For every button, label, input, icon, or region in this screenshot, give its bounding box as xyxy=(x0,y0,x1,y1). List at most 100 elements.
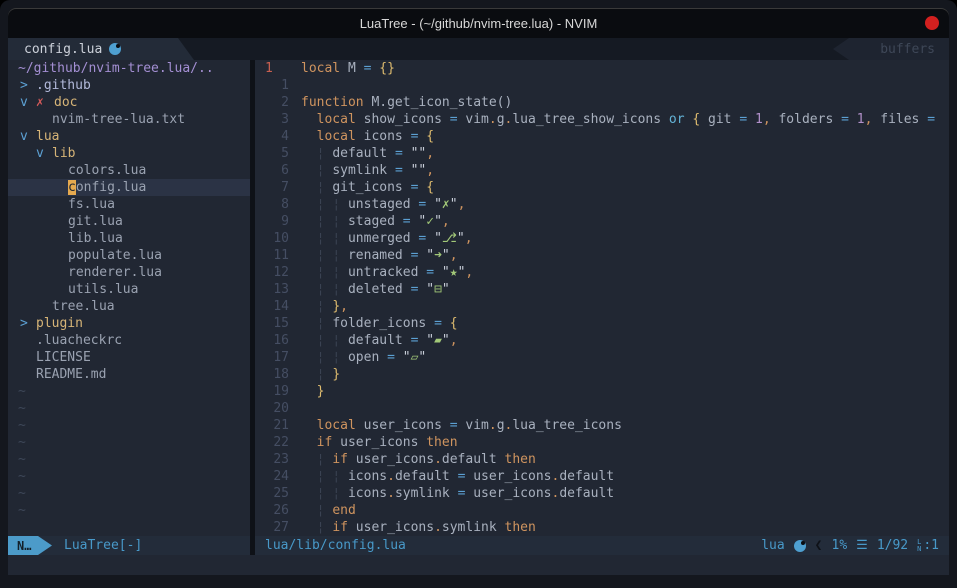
tree-item[interactable]: config.lua xyxy=(8,179,250,196)
tree-item[interactable]: lib.lua xyxy=(8,230,250,247)
code-line[interactable]: 21 local user_icons = vim.g.lua_tree_ico… xyxy=(255,417,949,434)
line-number: 14 xyxy=(255,298,293,315)
line-number: 20 xyxy=(255,400,293,417)
chevron-down-icon[interactable]: v xyxy=(20,128,36,145)
tree-item-label: ~/github/nvim-tree.lua/.. xyxy=(18,60,214,77)
tree-item[interactable]: >.github xyxy=(8,77,250,94)
code-line[interactable]: 15 ¦ folder_icons = { xyxy=(255,315,949,332)
buffers-label[interactable]: buffers xyxy=(833,38,949,60)
buffers-text: buffers xyxy=(880,42,935,57)
line-number: 12 xyxy=(255,264,293,281)
tree-item[interactable]: LICENSE xyxy=(8,349,250,366)
tree-item-label: ~ xyxy=(18,417,26,434)
line-number: 16 xyxy=(255,332,293,349)
chevron-right-icon[interactable]: > xyxy=(20,315,36,332)
code-text: ¦ ¦ renamed = "➜", xyxy=(301,247,458,264)
code-line[interactable]: 9 ¦ ¦ staged = "✓", xyxy=(255,213,949,230)
code-line[interactable]: 8 ¦ ¦ unstaged = "✗", xyxy=(255,196,949,213)
mode-text: N… xyxy=(17,539,31,553)
window-titlebar[interactable]: LuaTree - (~/github/nvim-tree.lua) - NVI… xyxy=(8,8,949,38)
tree-item[interactable]: v✗doc xyxy=(8,94,250,111)
tree-item-label: README.md xyxy=(36,366,106,383)
tree-item[interactable]: README.md xyxy=(8,366,250,383)
empty-buffer-line: ~ xyxy=(8,451,250,468)
code-line[interactable]: 1 xyxy=(255,77,949,94)
statusline-right-cluster: lua ❮ 1% ☰ 1/92 LN :1 xyxy=(761,538,939,553)
tree-item[interactable]: renderer.lua xyxy=(8,264,250,281)
tree-item-label: lib xyxy=(52,145,75,162)
code-buffer[interactable]: 1local M = {}12function M.get_icon_state… xyxy=(255,60,949,536)
line-number: 17 xyxy=(255,349,293,366)
code-line[interactable]: 3 local show_icons = vim.g.lua_tree_show… xyxy=(255,111,949,128)
code-line[interactable]: 17 ¦ ¦ open = "▱" xyxy=(255,349,949,366)
tree-item[interactable]: ~/github/nvim-tree.lua/.. xyxy=(8,60,250,77)
chevron-down-icon[interactable]: v xyxy=(20,94,36,111)
chevron-right-icon[interactable]: > xyxy=(20,77,36,94)
code-line[interactable]: 1local M = {} xyxy=(255,60,949,77)
line-number: 8 xyxy=(255,196,293,213)
tree-item-label: ~ xyxy=(18,451,26,468)
file-tree-panel[interactable]: ~/github/nvim-tree.lua/..>.githubv✗docnv… xyxy=(8,60,250,536)
tab-config-lua[interactable]: config.lua xyxy=(8,38,194,60)
line-number: 7 xyxy=(255,179,293,196)
lua-icon xyxy=(794,540,806,552)
code-text: if user_icons then xyxy=(301,434,458,451)
code-line[interactable]: 4 local icons = { xyxy=(255,128,949,145)
code-line[interactable]: 22 if user_icons then xyxy=(255,434,949,451)
code-text: ¦ }, xyxy=(301,298,348,315)
tree-item[interactable]: fs.lua xyxy=(8,196,250,213)
code-line[interactable]: 25 ¦ ¦ icons.symlink = user_icons.defaul… xyxy=(255,485,949,502)
tree-item-label: utils.lua xyxy=(68,281,138,298)
tree-item-label: lib.lua xyxy=(68,230,123,247)
code-text: } xyxy=(301,383,324,400)
tree-item[interactable]: populate.lua xyxy=(8,247,250,264)
separator-chevron-icon: ❮ xyxy=(815,538,823,553)
line-number: 10 xyxy=(255,230,293,247)
code-line[interactable]: 11 ¦ ¦ renamed = "➜", xyxy=(255,247,949,264)
code-line[interactable]: 24 ¦ ¦ icons.default = user_icons.defaul… xyxy=(255,468,949,485)
close-button-icon[interactable] xyxy=(925,16,939,30)
tree-item-label: ~ xyxy=(18,468,26,485)
code-line[interactable]: 6 ¦ symlink = "", xyxy=(255,162,949,179)
code-line[interactable]: 18 ¦ } xyxy=(255,366,949,383)
statusline-code-section: lua/lib/config.lua lua ❮ 1% ☰ 1/92 LN :1 xyxy=(255,536,949,555)
tree-item[interactable]: git.lua xyxy=(8,213,250,230)
tree-item-label: ~ xyxy=(18,400,26,417)
tree-item[interactable]: .luacheckrc xyxy=(8,332,250,349)
code-line[interactable]: 12 ¦ ¦ untracked = "★", xyxy=(255,264,949,281)
code-text: ¦ ¦ open = "▱" xyxy=(301,349,426,366)
code-line[interactable]: 20 xyxy=(255,400,949,417)
code-line[interactable]: 26 ¦ end xyxy=(255,502,949,519)
code-text: local user_icons = vim.g.lua_tree_icons xyxy=(301,417,622,434)
tree-item[interactable]: vlib xyxy=(8,145,250,162)
tab-label: config.lua xyxy=(24,42,102,57)
code-text: ¦ if user_icons.symlink then xyxy=(301,519,536,536)
code-line[interactable]: 13 ¦ ¦ deleted = "⊟" xyxy=(255,281,949,298)
code-line[interactable]: 27 ¦ if user_icons.symlink then xyxy=(255,519,949,536)
code-line[interactable]: 2function M.get_icon_state() xyxy=(255,94,949,111)
code-text: ¦ ¦ icons.default = user_icons.default xyxy=(301,468,614,485)
tree-item-label: renderer.lua xyxy=(68,264,162,281)
tree-item-label: doc xyxy=(54,94,77,111)
tree-item[interactable]: vlua xyxy=(8,128,250,145)
tree-item[interactable]: utils.lua xyxy=(8,281,250,298)
code-line[interactable]: 16 ¦ ¦ default = "▰", xyxy=(255,332,949,349)
code-line[interactable]: 19 } xyxy=(255,383,949,400)
tree-item[interactable]: nvim-tree-lua.txt xyxy=(8,111,250,128)
code-text: ¦ folder_icons = { xyxy=(301,315,458,332)
code-line[interactable]: 10 ¦ ¦ unmerged = "⎇", xyxy=(255,230,949,247)
tree-item[interactable]: colors.lua xyxy=(8,162,250,179)
code-line[interactable]: 7 ¦ git_icons = { xyxy=(255,179,949,196)
line-number: 9 xyxy=(255,213,293,230)
tree-item[interactable]: >plugin xyxy=(8,315,250,332)
line-number: 25 xyxy=(255,485,293,502)
chevron-down-icon[interactable]: v xyxy=(36,145,52,162)
command-line[interactable] xyxy=(8,555,949,575)
code-line[interactable]: 14 ¦ }, xyxy=(255,298,949,315)
empty-buffer-line: ~ xyxy=(8,434,250,451)
tree-item-label: ~ xyxy=(18,383,26,400)
code-line[interactable]: 23 ¦ if user_icons.default then xyxy=(255,451,949,468)
tree-item-label: plugin xyxy=(36,315,83,332)
tree-item[interactable]: tree.lua xyxy=(8,298,250,315)
code-line[interactable]: 5 ¦ default = "", xyxy=(255,145,949,162)
